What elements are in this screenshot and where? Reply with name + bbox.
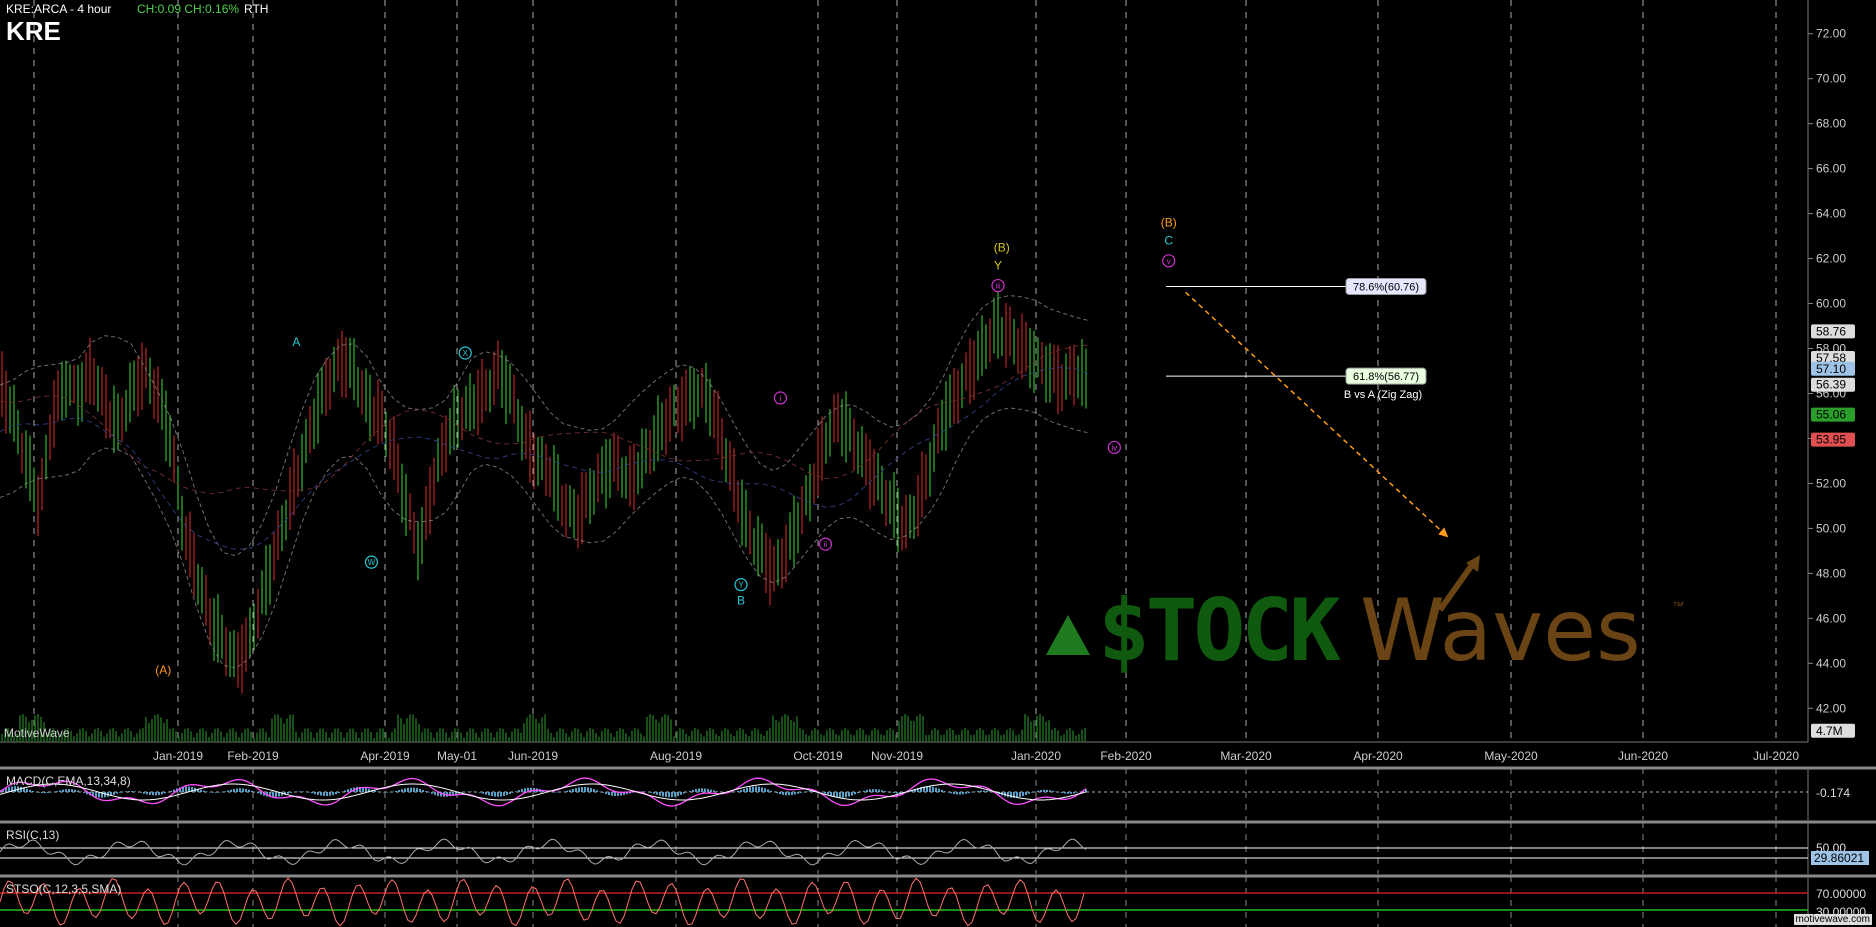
price-tag-label: 53.95 [1816,433,1846,447]
ticker-title: KRE [6,16,61,46]
platform-label: MotiveWave [4,726,70,740]
price-tag-label: 57.10 [1816,362,1846,376]
rsi-value: 29.86021 [1814,851,1864,865]
rsi-label: RSI(C,13) [6,828,60,842]
symbol-label: KRE:ARCA - 4 hour [6,2,112,16]
brand-watermark-right: Waves [1360,581,1641,681]
wave-label: v [1167,257,1171,266]
stoch-upper-label: 70.00000 [1816,887,1866,901]
price-tick-label: 68.00 [1816,117,1846,131]
time-tick-label: May-01 [437,749,477,763]
wave-label: iv [1111,443,1117,452]
price-tick-label: 48.00 [1816,566,1846,580]
price-tick-label: 42.00 [1816,701,1846,715]
moving-average-long [0,344,1089,495]
time-tick-label: Feb-2019 [227,749,279,763]
wave-label: i [780,394,782,403]
time-tick-label: Apr-2020 [1353,749,1403,763]
wave-label: X [463,349,469,358]
wave-label: iii [995,282,1001,291]
time-tick-label: Jun-2020 [1618,749,1668,763]
price-tick-label: 66.00 [1816,162,1846,176]
time-tick-label: Jan-2019 [153,749,203,763]
wave-label: B [737,593,745,607]
time-tick-label: May-2020 [1484,749,1538,763]
price-tick-label: 50.00 [1816,521,1846,535]
time-tick-label: Nov-2019 [871,749,923,763]
wave-label: (B) [994,240,1010,254]
time-tick-label: Oct-2019 [793,749,843,763]
macd-label: MACD(C,EMA,13,34,8) [6,774,131,788]
chart-canvas[interactable]: Jan-2019 Feb-2019 Apr-2019 May-01 Jun-2019 Au… [0,0,1876,927]
price-tag-label: 56.39 [1816,378,1846,392]
time-tick-label: Mar-2020 [1220,749,1272,763]
wave-label: (B) [1161,216,1177,230]
price-tick-label: 60.00 [1816,297,1846,311]
macd-value: -0.174 [1816,786,1850,800]
wave-label: ii [824,540,828,549]
time-tick-label: Jul-2020 [1753,749,1799,763]
wave-label: W [368,558,376,567]
brand-triangle-icon [1046,615,1090,655]
moving-average-mid [0,366,1089,551]
brand-watermark-left: $TOCK [1098,581,1341,681]
price-tick-label: 52.00 [1816,476,1846,490]
projection-arrow [1185,291,1449,538]
fib-level-label: 78.6%(60.76) [1353,281,1419,293]
session-label: RTH [244,2,269,16]
fib-level-label: 61.8%(56.77) [1353,371,1419,383]
stoch-panel [0,876,1876,927]
price-tick-label: 62.00 [1816,252,1846,266]
time-tick-label: Jun-2019 [508,749,558,763]
price-tick-label: 64.00 [1816,207,1846,221]
price-tick-label: 72.00 [1816,27,1846,41]
time-tick-label: Aug-2019 [650,749,702,763]
stoch-label: STSO(C,12,3,5,SMA) [6,882,122,896]
price-tick-label: 46.00 [1816,611,1846,625]
change-label: CH:0.09 CH:0.16% [137,2,240,16]
price-tag-label: 58.76 [1816,324,1846,338]
wave-label: Y [738,581,744,590]
brand-trademark: ™ [1672,599,1684,613]
wave-label: A [292,335,300,349]
wave-label: C [1164,234,1173,248]
lower-band [0,407,1089,669]
time-tick-label: Jan-2020 [1011,749,1061,763]
time-tick-label: Apr-2019 [360,749,410,763]
wave-label: (A) [155,663,171,677]
footer-watermark: motivewave.com [1793,914,1872,925]
price-tick-label: 70.00 [1816,72,1846,86]
fib-note: B vs A (Zig Zag) [1344,389,1422,401]
wave-label: Y [994,258,1002,272]
price-tick-label: 44.00 [1816,656,1846,670]
price-tag-label: 55.06 [1816,408,1846,422]
price-tag-label: 4.7M [1816,724,1843,738]
time-tick-label: Feb-2020 [1100,749,1152,763]
projection-arrow-head [1438,527,1449,538]
